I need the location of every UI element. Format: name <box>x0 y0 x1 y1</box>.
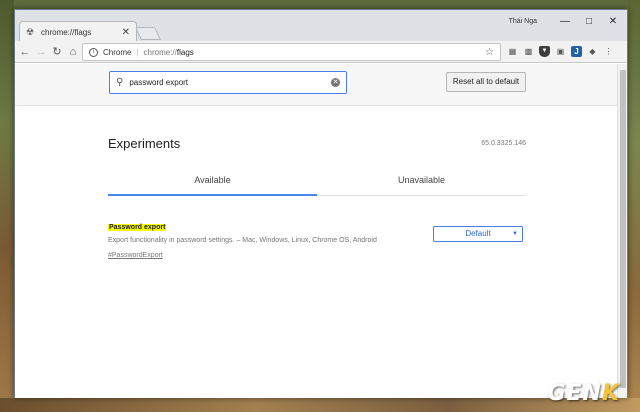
page-title: Experiments <box>108 136 181 151</box>
browser-tab[interactable]: ☢ chrome://flags ✕ <box>19 21 137 42</box>
title-bar: ☢ chrome://flags ✕ Thái Nga — □ ✕ <box>15 10 627 42</box>
bookmark-star-icon[interactable]: ☆ <box>485 47 494 58</box>
minimize-icon[interactable]: — <box>555 14 575 30</box>
extension-shield-icon[interactable]: ▼ <box>539 46 550 57</box>
desktop-wallpaper-bottom <box>0 398 640 412</box>
desktop-wallpaper-left <box>0 0 14 412</box>
search-input[interactable] <box>129 78 331 87</box>
omnibox-site: Chrome <box>103 47 132 57</box>
scrollbar-thumb[interactable] <box>620 70 626 388</box>
flags-page: ⚲ ✕ Reset all to default Experiments 65.… <box>15 64 618 398</box>
genk-watermark: GENK <box>547 381 620 406</box>
tab-unavailable[interactable]: Unavailable <box>317 170 526 196</box>
flag-state-value: Default <box>465 229 491 238</box>
url-host: flags <box>176 47 194 57</box>
address-bar[interactable]: i Chrome | chrome://flags ☆ <box>82 43 501 61</box>
back-icon[interactable]: ← <box>17 44 33 60</box>
extension-qr-icon[interactable]: ▩ <box>523 46 534 57</box>
extension-box-icon[interactable]: ▣ <box>555 46 566 57</box>
home-icon[interactable]: ⌂ <box>65 44 81 60</box>
flag-name: Password export <box>108 224 167 231</box>
flag-state-select[interactable]: Default ▼ <box>433 226 523 242</box>
extension-j-icon[interactable]: J <box>571 46 582 57</box>
profile-name[interactable]: Thái Nga <box>509 18 537 25</box>
tab-available[interactable]: Available <box>108 170 317 196</box>
clear-search-icon[interactable]: ✕ <box>331 78 340 87</box>
scrollbar[interactable] <box>617 64 627 398</box>
tab-title: chrome://flags <box>41 27 92 37</box>
version-label: 65.0.3325.146 <box>481 140 526 147</box>
flags-header: ⚲ ✕ Reset all to default <box>15 64 618 106</box>
browser-toolbar: ← → ↻ ⌂ i Chrome | chrome://flags ☆ ▦ ▩ … <box>15 41 627 63</box>
browser-window: ☢ chrome://flags ✕ Thái Nga — □ ✕ ← → ↻ … <box>14 9 628 398</box>
omnibox-separator: | <box>136 47 139 57</box>
close-window-icon[interactable]: ✕ <box>603 14 623 30</box>
url-scheme: chrome:// <box>143 47 177 57</box>
site-info-icon[interactable]: i <box>89 47 98 57</box>
new-tab-button[interactable] <box>134 27 162 40</box>
flask-icon: ☢ <box>26 27 35 37</box>
search-icon: ⚲ <box>116 77 124 88</box>
watermark-accent: K <box>601 381 620 406</box>
forward-icon[interactable]: → <box>33 44 49 60</box>
search-flags-box[interactable]: ⚲ ✕ <box>109 71 347 94</box>
reset-all-button[interactable]: Reset all to default <box>446 72 526 92</box>
extension-translate-icon[interactable]: ▦ <box>507 46 518 57</box>
extension-puzzle-icon[interactable]: ◆ <box>587 46 598 57</box>
watermark-main: GEN <box>547 381 602 406</box>
flag-permalink[interactable]: #PasswordExport <box>108 252 163 259</box>
desktop-wallpaper-right <box>628 0 640 412</box>
close-tab-icon[interactable]: ✕ <box>122 27 130 38</box>
reload-icon[interactable]: ↻ <box>49 44 65 60</box>
menu-icon[interactable]: ⋮ <box>603 46 614 57</box>
maximize-icon[interactable]: □ <box>579 14 599 30</box>
chevron-down-icon: ▼ <box>512 231 518 237</box>
